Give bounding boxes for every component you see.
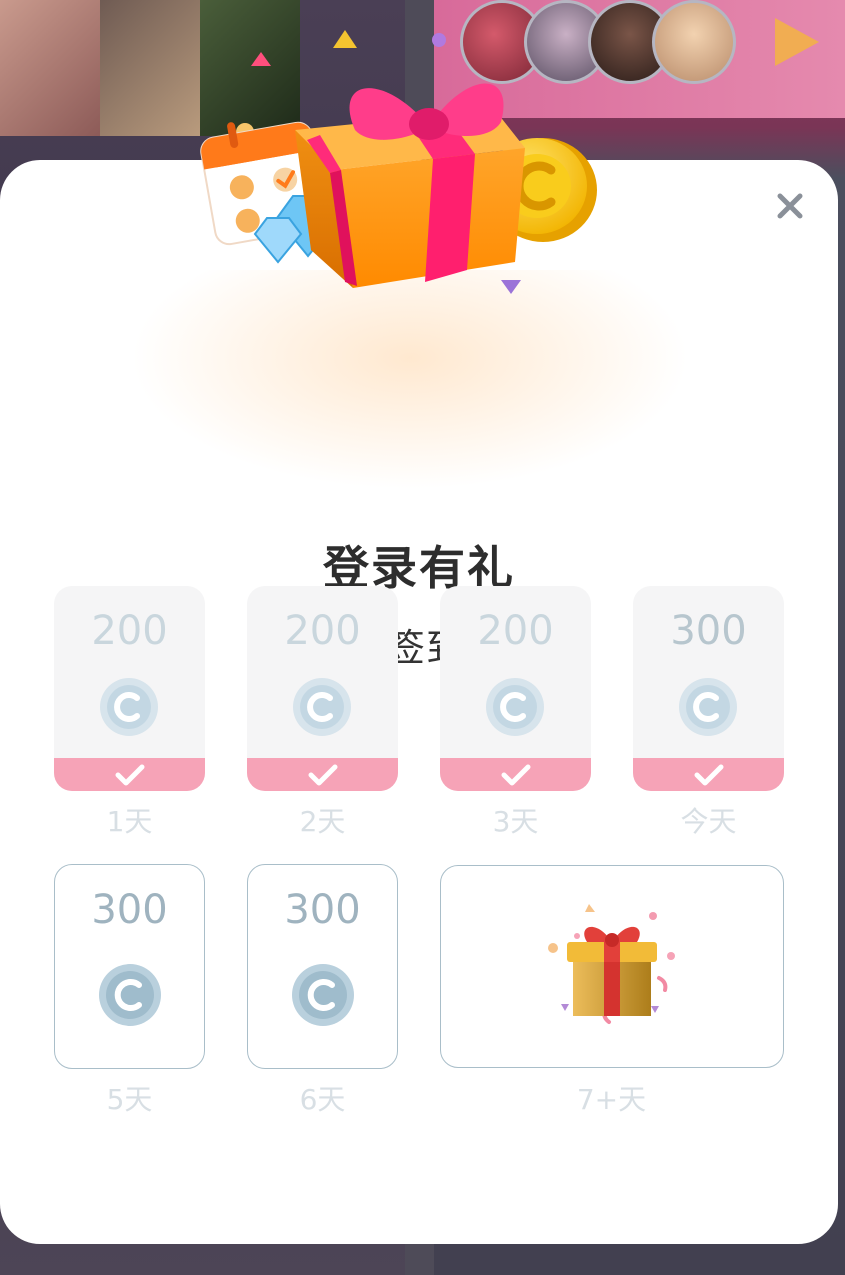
reward-card-day-3[interactable]: 200 <box>440 586 591 791</box>
day-label: 今天 <box>680 805 737 838</box>
claimed-bar <box>440 758 591 791</box>
play-icon <box>775 18 819 66</box>
avatar <box>652 0 736 84</box>
reward-card-today[interactable]: 300 <box>633 586 784 791</box>
reward-amount: 300 <box>91 887 168 933</box>
reward-amount: 300 <box>284 887 361 933</box>
background-thumbnail <box>0 0 100 136</box>
reward-card-day-1[interactable]: 200 <box>54 586 205 791</box>
reward-card-day-2[interactable]: 200 <box>247 586 398 791</box>
day-label: 6天 <box>299 1083 346 1116</box>
coin-icon <box>99 964 161 1026</box>
reward-card-day-7-plus[interactable] <box>440 865 784 1068</box>
day-label: 1天 <box>106 805 153 838</box>
checkmark-icon <box>308 764 337 785</box>
coin-icon <box>679 678 737 736</box>
login-reward-modal: 登录有礼 连续签到4天 200 1天 200 2天 200 3天 300 今天 … <box>0 160 838 1244</box>
claimed-bar <box>633 758 784 791</box>
day-label: 5天 <box>106 1083 153 1116</box>
reward-amount: 200 <box>477 608 554 654</box>
coin-icon <box>100 678 158 736</box>
claimed-bar <box>54 758 205 791</box>
reward-amount: 300 <box>670 608 747 654</box>
gift-box-hero-icon <box>200 30 597 294</box>
day-label: 3天 <box>492 805 539 838</box>
reward-card-day-5[interactable]: 300 <box>54 864 205 1069</box>
checkmark-icon <box>501 764 530 785</box>
reward-amount: 200 <box>91 608 168 654</box>
coin-icon <box>292 964 354 1026</box>
checkmark-icon <box>115 764 144 785</box>
checkmark-icon <box>694 764 723 785</box>
coin-icon <box>486 678 544 736</box>
close-icon <box>777 193 803 219</box>
reward-amount: 200 <box>284 608 361 654</box>
claimed-bar <box>247 758 398 791</box>
close-button[interactable] <box>766 182 814 230</box>
reward-card-day-6[interactable]: 300 <box>247 864 398 1069</box>
day-label: 2天 <box>299 805 346 838</box>
coin-icon <box>293 678 351 736</box>
day-label: 7+天 <box>576 1083 647 1116</box>
gift-icon <box>548 904 675 1024</box>
